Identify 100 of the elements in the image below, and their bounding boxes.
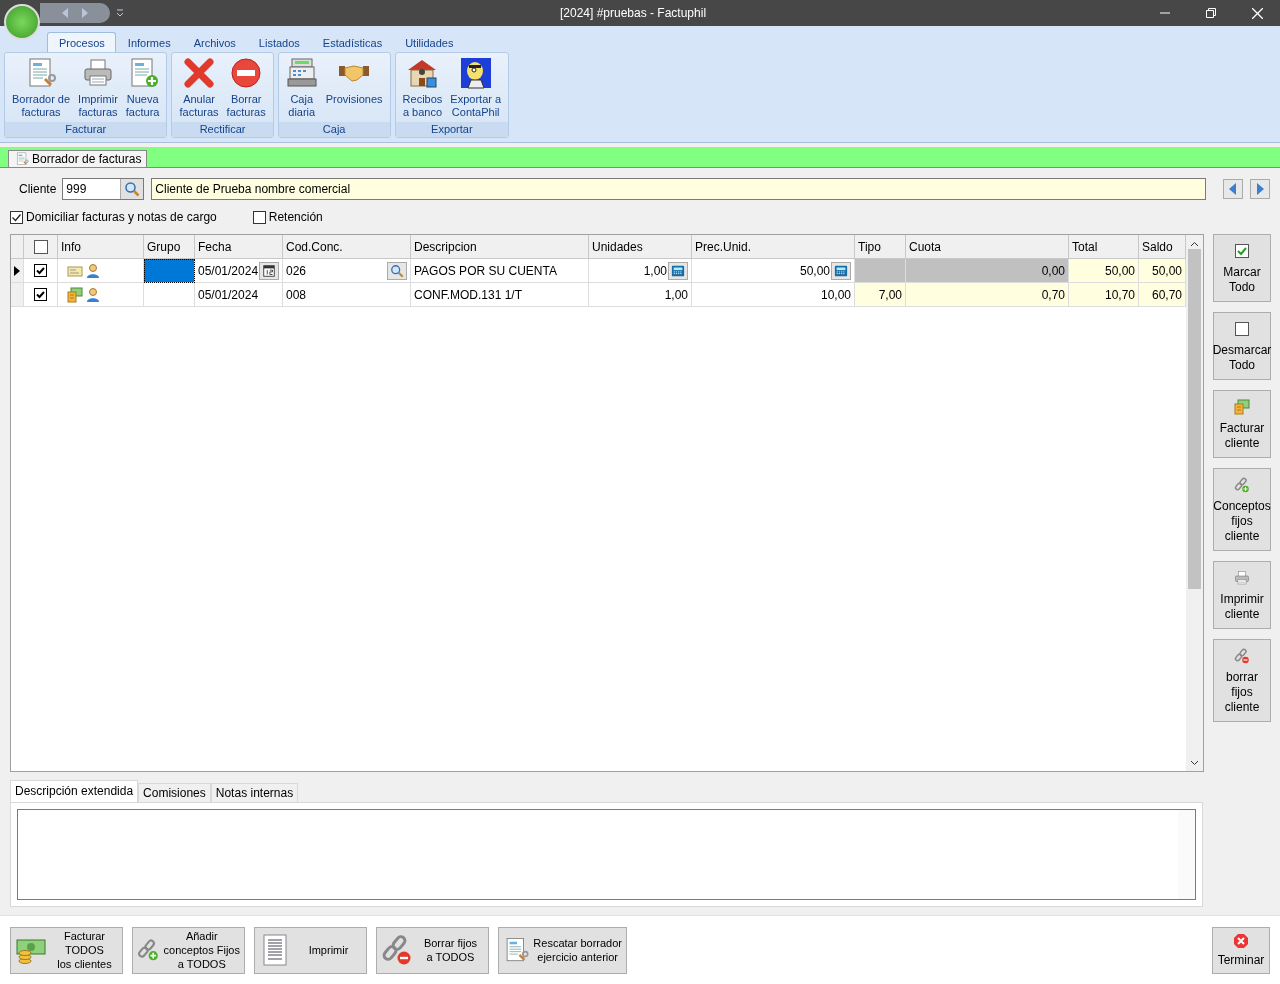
person-icon [85,286,101,303]
dropdown-icon[interactable] [116,9,124,17]
calendar-icon [262,263,277,278]
ribbon-tab[interactable]: Informes [115,32,182,52]
table-cell: 05/01/2024 [198,287,259,302]
bank-icon [406,57,439,89]
table-cell: 05/01/2024 [198,263,259,278]
checkbox[interactable] [252,210,266,224]
chain-plus-icon [1234,477,1250,493]
side-button[interactable]: Marcar Todo [1213,234,1271,302]
table-cell: 50,00 [1069,259,1139,283]
checkbox-icon[interactable] [34,264,47,277]
ribbon-button[interactable]: Nueva factura [121,55,164,122]
column-header[interactable]: Total [1069,235,1139,259]
ribbon-tab[interactable]: Utilidades [393,32,465,52]
previous-button[interactable] [1223,179,1243,199]
side-button[interactable]: Desmarcar Todo [1213,312,1271,380]
column-header[interactable]: Prec.Unid. [692,235,855,259]
printer-icon [81,57,114,89]
column-header[interactable]: Descripcion [411,235,589,259]
text-area[interactable] [17,808,1196,900]
search-icon [390,263,404,278]
column-header[interactable]: Fecha [195,235,283,259]
ribbon-tab[interactable]: Archivos [181,32,247,52]
action-button[interactable]: Borrar fijos a TODOS [376,926,489,974]
left-arrow-icon [1229,183,1237,195]
close-icon [1233,933,1249,949]
side-button[interactable]: Imprimir cliente [1213,561,1271,629]
restore-icon[interactable] [1206,8,1216,18]
checkbox-icon[interactable] [34,288,47,301]
table-cell: 0,00 [906,259,1069,283]
picker-button[interactable] [831,261,851,280]
checkbox[interactable] [10,210,23,224]
group-label: Exportar [395,122,509,137]
table-cell[interactable] [144,283,195,307]
bills-icon [1234,399,1250,415]
column-header[interactable]: Grupo [144,235,195,259]
ribbon-button[interactable]: Exportar a ContaPhil [446,55,506,122]
ribbon-button[interactable]: Borrador de facturas [8,55,75,122]
ribbon-button[interactable]: Anular facturas [175,55,223,122]
bills-icon [67,286,83,303]
ribbon-tab[interactable]: Procesos [47,32,116,52]
column-header[interactable]: Unidades [589,235,692,259]
side-button[interactable]: Conceptos fijos cliente [1213,468,1271,551]
checkbox-icon [1234,321,1250,337]
action-button[interactable]: Añadir conceptos Fijos a TODOS [132,926,245,974]
tab[interactable]: Notas internas [210,782,299,802]
document-tab[interactable]: Borrador de facturas [8,150,148,167]
side-button[interactable]: borrar fijos cliente [1213,639,1271,722]
column-header[interactable]: Cuota [906,235,1069,259]
action-button[interactable]: Imprimir [254,926,367,974]
client-code-field[interactable]: 999 [62,178,145,200]
column-header[interactable]: Info [58,235,144,259]
ribbon-button[interactable]: Provisiones [321,55,387,122]
action-button[interactable]: Facturar TODOS los clientes [10,926,123,974]
picker-button[interactable] [259,261,280,280]
checkbox-label[interactable]: Domiciliar facturas y notas de cargo [26,210,217,224]
checkbox-icon [1234,243,1250,259]
right-arrow-icon [1256,183,1264,195]
scroll-down-icon[interactable] [1190,759,1199,766]
ribbon-button[interactable]: Borrar facturas [222,55,270,122]
exit-button[interactable]: Terminar [1212,926,1270,974]
column-header[interactable]: Cod.Conc. [283,235,411,259]
cross-icon [183,57,215,89]
search-button[interactable] [120,179,144,199]
chain-minus-icon [381,934,413,966]
tab[interactable]: Descripción extendida [10,779,139,802]
next-button[interactable] [1250,179,1270,199]
window-title: [2024] #pruebas - Factuphil [558,6,708,20]
person-icon [85,262,101,279]
field-label: Cliente [19,182,57,196]
table-cell: 008 [286,287,307,302]
side-button[interactable]: Facturar cliente [1213,390,1271,458]
column-header[interactable]: Tipo [855,235,906,259]
calculator-icon [671,263,685,278]
table-cell: 7,00 [855,283,906,307]
action-button[interactable]: Rescatar borrador ejercicio anterior [498,926,627,974]
selected-cell[interactable] [144,259,195,283]
app-logo[interactable] [4,4,40,40]
column-header[interactable]: Saldo [1139,235,1186,259]
ribbon-button[interactable]: Recibos a banco [398,55,447,122]
row-header[interactable] [11,259,24,283]
printer-icon [1234,570,1250,586]
minus-circle-icon [230,57,263,89]
chain-minus-icon [1234,648,1250,664]
scroll-up-icon[interactable] [1190,241,1199,247]
ribbon-tab[interactable]: Listados [246,32,311,52]
table-cell: 50,00 [799,263,830,278]
current-row-icon [14,265,20,276]
checkbox-label[interactable]: Retención [268,210,323,224]
table-cell: 1,00 [664,287,688,302]
ribbon-tab[interactable]: Estadísticas [310,32,394,52]
picker-button[interactable] [668,261,688,280]
tab[interactable]: Comisiones [138,782,211,802]
invoice-icon [15,152,29,166]
ribbon-button[interactable]: Caja diaria [281,55,322,122]
table-cell: 60,70 [1139,283,1186,307]
close-icon[interactable] [1251,7,1263,19]
ribbon-button[interactable]: Imprimir facturas [74,55,122,122]
client-name-field[interactable]: Cliente de Prueba nombre comercial [151,178,1206,200]
